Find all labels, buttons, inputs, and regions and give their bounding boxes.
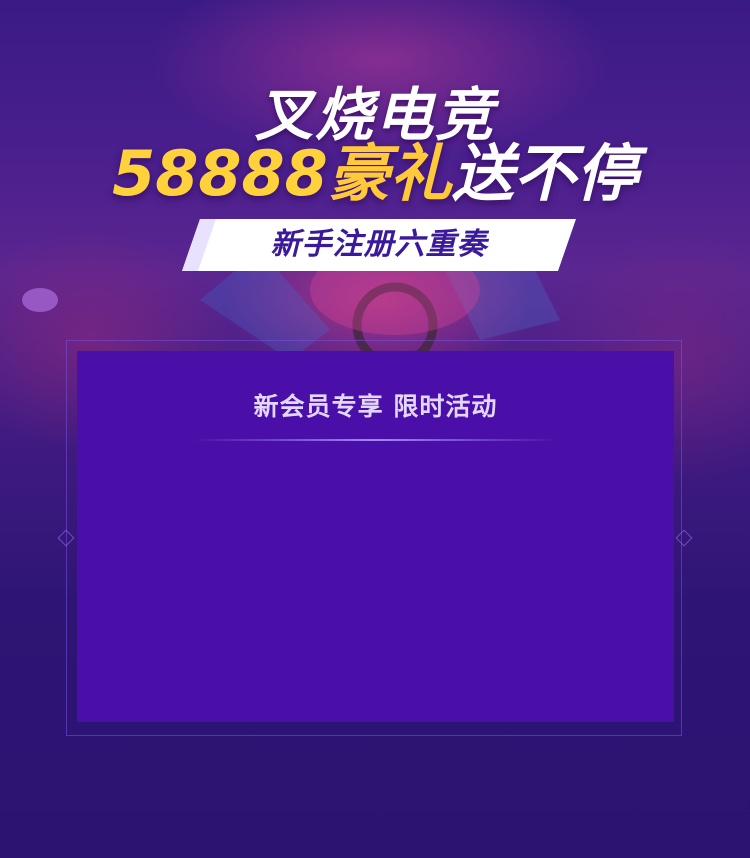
ribbon-text: 新手注册六重奏 — [270, 227, 488, 262]
promo-tagline: 送不停 — [451, 137, 638, 210]
promo-amount: 58888 — [112, 137, 328, 210]
promo-gift-label: 豪礼 — [327, 137, 452, 210]
panel-divider — [192, 439, 559, 441]
activity-panel: 新会员专享 限时活动 — [77, 351, 674, 722]
panel-title: 新会员专享 限时活动 — [253, 392, 498, 421]
ribbon-banner: 新手注册六重奏 — [182, 219, 576, 271]
promo-headline: 58888豪礼送不停 — [0, 138, 750, 210]
